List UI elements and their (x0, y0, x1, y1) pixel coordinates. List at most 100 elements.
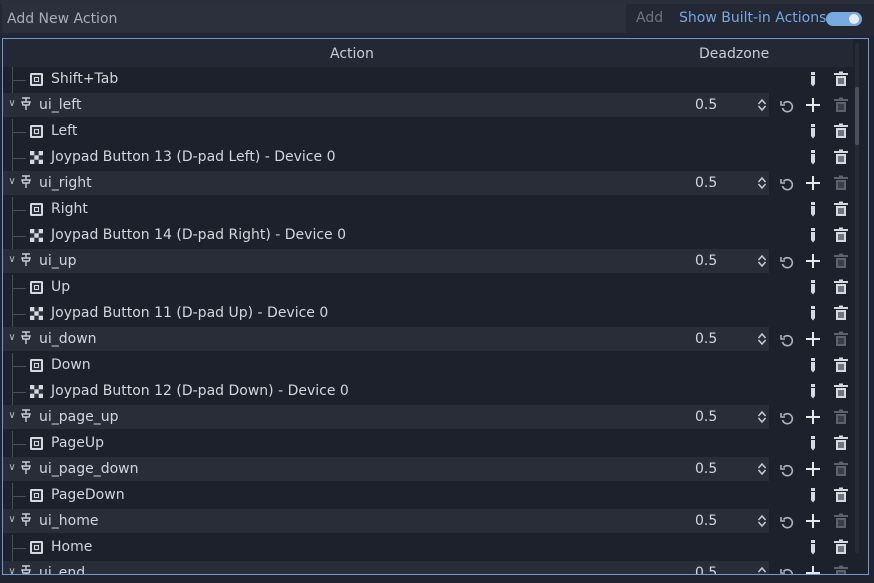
deadzone-value[interactable]: 0.5 (695, 253, 717, 269)
revert-icon[interactable] (779, 254, 795, 270)
chevron-down-icon[interactable]: ∨ (6, 175, 18, 189)
event-row[interactable]: Left (3, 119, 853, 145)
edit-event-icon[interactable] (807, 383, 819, 399)
action-row[interactable]: ∨ ui_right 0.5 (3, 171, 853, 197)
add-event-icon[interactable] (805, 253, 821, 269)
show-builtin-label[interactable]: Show Built-in Actions (679, 10, 826, 26)
action-row[interactable]: ∨ ui_home 0.5 (3, 509, 853, 535)
revert-icon[interactable] (779, 332, 795, 348)
deadzone-value[interactable]: 0.5 (695, 175, 717, 191)
chevron-down-icon[interactable]: ∨ (6, 253, 18, 267)
deadzone-spinner-icon[interactable] (757, 332, 767, 346)
event-row[interactable]: Joypad Button 14 (D-pad Right) - Device … (3, 223, 853, 249)
revert-icon[interactable] (779, 410, 795, 426)
edit-event-icon[interactable] (807, 435, 819, 451)
deadzone-spinner-icon[interactable] (757, 514, 767, 528)
edit-event-icon[interactable] (807, 123, 819, 139)
add-event-icon[interactable] (805, 409, 821, 425)
chevron-down-icon[interactable]: ∨ (6, 565, 18, 574)
add-event-icon[interactable] (805, 513, 821, 529)
revert-icon[interactable] (779, 176, 795, 192)
chevron-down-icon[interactable]: ∨ (6, 461, 18, 475)
event-row[interactable]: Joypad Button 11 (D-pad Up) - Device 0 (3, 301, 853, 327)
action-row[interactable]: ∨ ui_left 0.5 (3, 93, 853, 119)
remove-event-icon[interactable] (833, 435, 849, 451)
remove-action-icon[interactable] (833, 513, 849, 529)
add-action-input[interactable] (2, 4, 626, 33)
remove-action-icon[interactable] (833, 175, 849, 191)
edit-event-icon[interactable] (807, 305, 819, 321)
remove-event-icon[interactable] (833, 201, 849, 217)
tree-guide-horizontal (12, 548, 26, 549)
deadzone-value[interactable]: 0.5 (695, 513, 717, 529)
edit-event-icon[interactable] (807, 487, 819, 503)
event-row[interactable]: Right (3, 197, 853, 223)
remove-event-icon[interactable] (833, 383, 849, 399)
add-button[interactable]: Add (636, 10, 663, 26)
event-row[interactable]: Home (3, 535, 853, 561)
deadzone-value[interactable]: 0.5 (695, 565, 717, 574)
action-row[interactable]: ∨ ui_end 0.5 (3, 561, 853, 574)
event-row[interactable]: PageDown (3, 483, 853, 509)
remove-event-icon[interactable] (833, 149, 849, 165)
add-event-icon[interactable] (805, 97, 821, 113)
event-row[interactable]: Joypad Button 13 (D-pad Left) - Device 0 (3, 145, 853, 171)
remove-event-icon[interactable] (833, 539, 849, 555)
action-row[interactable]: ∨ ui_up 0.5 (3, 249, 853, 275)
add-event-icon[interactable] (805, 331, 821, 347)
edit-event-icon[interactable] (807, 201, 819, 217)
remove-action-icon[interactable] (833, 331, 849, 347)
action-tree[interactable]: Action Deadzone Shift+Tab ∨ ui_left 0.5 Left… (2, 38, 869, 575)
scrollbar-thumb[interactable] (855, 87, 859, 145)
event-row[interactable]: Shift+Tab (3, 67, 853, 93)
remove-event-icon[interactable] (833, 279, 849, 295)
revert-icon[interactable] (779, 514, 795, 530)
remove-event-icon[interactable] (833, 227, 849, 243)
chevron-down-icon[interactable]: ∨ (6, 331, 18, 345)
edit-event-icon[interactable] (807, 227, 819, 243)
deadzone-spinner-icon[interactable] (757, 462, 767, 476)
deadzone-spinner-icon[interactable] (757, 176, 767, 190)
event-row[interactable]: PageUp (3, 431, 853, 457)
deadzone-value[interactable]: 0.5 (695, 409, 717, 425)
action-row[interactable]: ∨ ui_down 0.5 (3, 327, 853, 353)
event-row[interactable]: Joypad Button 12 (D-pad Down) - Device 0 (3, 379, 853, 405)
remove-action-icon[interactable] (833, 253, 849, 269)
edit-event-icon[interactable] (807, 71, 819, 87)
edit-event-icon[interactable] (807, 279, 819, 295)
action-row[interactable]: ∨ ui_page_down 0.5 (3, 457, 853, 483)
revert-icon[interactable] (779, 566, 795, 574)
chevron-down-icon[interactable]: ∨ (6, 97, 18, 111)
remove-event-icon[interactable] (833, 357, 849, 373)
remove-event-icon[interactable] (833, 71, 849, 87)
deadzone-spinner-icon[interactable] (757, 566, 767, 574)
deadzone-spinner-icon[interactable] (757, 254, 767, 268)
deadzone-value[interactable]: 0.5 (695, 461, 717, 477)
event-row[interactable]: Down (3, 353, 853, 379)
keyboard-icon (29, 358, 44, 373)
deadzone-spinner-icon[interactable] (757, 98, 767, 112)
edit-event-icon[interactable] (807, 357, 819, 373)
remove-action-icon[interactable] (833, 97, 849, 113)
deadzone-value[interactable]: 0.5 (695, 331, 717, 347)
remove-action-icon[interactable] (833, 461, 849, 477)
chevron-down-icon[interactable]: ∨ (6, 513, 18, 527)
edit-event-icon[interactable] (807, 149, 819, 165)
remove-action-icon[interactable] (833, 565, 849, 574)
event-row[interactable]: Up (3, 275, 853, 301)
remove-event-icon[interactable] (833, 487, 849, 503)
revert-icon[interactable] (779, 98, 795, 114)
revert-icon[interactable] (779, 462, 795, 478)
action-row[interactable]: ∨ ui_page_up 0.5 (3, 405, 853, 431)
chevron-down-icon[interactable]: ∨ (6, 409, 18, 423)
add-event-icon[interactable] (805, 175, 821, 191)
deadzone-value[interactable]: 0.5 (695, 97, 717, 113)
remove-action-icon[interactable] (833, 409, 849, 425)
deadzone-spinner-icon[interactable] (757, 410, 767, 424)
add-event-icon[interactable] (805, 461, 821, 477)
edit-event-icon[interactable] (807, 539, 819, 555)
show-builtin-toggle[interactable] (826, 12, 862, 26)
remove-event-icon[interactable] (833, 123, 849, 139)
add-event-icon[interactable] (805, 565, 821, 574)
remove-event-icon[interactable] (833, 305, 849, 321)
